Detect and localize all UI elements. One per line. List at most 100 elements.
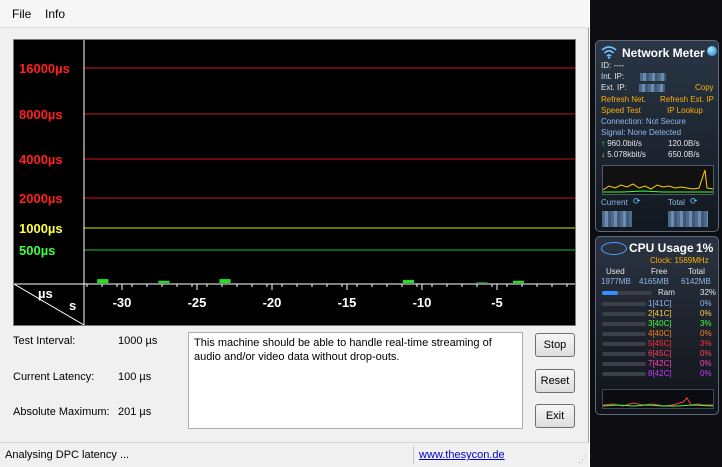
status-text: Analysing DPC latency ... — [5, 449, 130, 461]
menu-bar: File Info — [0, 0, 589, 28]
latency-chart: 16000µs 8000µs 4000µs 2000µs 1000µs 500µs µs s -… — [13, 39, 576, 326]
cpu-history-graph — [602, 389, 714, 409]
download-arrow-icon: ↓ — [601, 150, 605, 159]
mem-used-label: Used — [606, 267, 625, 276]
current-label: Current — [601, 198, 628, 207]
x-tick-label: -10 — [413, 295, 432, 310]
core-usage-percent: 0% — [700, 299, 712, 308]
total-traffic-redacted — [668, 211, 708, 227]
ram-usage-bar — [602, 291, 652, 295]
x-tick-label: -30 — [113, 295, 132, 310]
connection-status: Connection: Not Secure — [601, 117, 686, 126]
upload-row: ↑ 960.0bit/s — [601, 139, 642, 149]
core-usage-bar — [602, 312, 646, 316]
latency-bar — [97, 279, 109, 283]
total-label: Total — [668, 198, 685, 207]
absolute-maximum-value: 201 µs — [118, 406, 152, 418]
core-label: 6[45C] — [648, 349, 672, 358]
core-usage-percent: 3% — [700, 339, 712, 348]
status-bar: Analysing DPC latency ... www.thesycon.d… — [0, 442, 589, 467]
core-usage-percent: 0% — [700, 309, 712, 318]
reset-button[interactable]: Reset — [535, 369, 575, 393]
x-tick-label: -5 — [491, 295, 503, 310]
mem-used-value: 1977MB — [601, 277, 631, 286]
network-meter-title: Network Meter — [622, 46, 705, 60]
mem-total-label: Total — [688, 267, 705, 276]
core-usage-bar — [602, 362, 646, 366]
latency-bar — [476, 282, 488, 283]
core-usage-bar — [602, 322, 646, 326]
core-usage-bar — [602, 372, 646, 376]
network-traffic-graph-svg — [602, 169, 714, 193]
core-label: 7[42C] — [648, 359, 672, 368]
ext-ip-value-redacted — [639, 83, 666, 92]
core-label: 2[41C] — [648, 309, 672, 318]
intel-logo-icon — [601, 242, 627, 255]
resize-grip-icon[interactable]: ⋰ — [578, 454, 587, 465]
speed-test-link[interactable]: Speed Test — [601, 106, 641, 116]
core-usage-percent: 0% — [700, 369, 712, 378]
core-usage-percent: 0% — [700, 349, 712, 358]
network-meter-gadget[interactable]: Network Meter ID: ---- Int. IP: Ext. IP:… — [595, 40, 719, 232]
website-link[interactable]: www.thesycon.de — [419, 449, 505, 461]
upload-bitrate: 960.0bit/s — [607, 139, 642, 148]
ext-ip-label: Ext. IP: — [601, 83, 627, 92]
cpu-usage-percent: 1% — [696, 241, 714, 255]
latency-bar — [219, 279, 231, 283]
core-usage-percent: 3% — [700, 319, 712, 328]
network-traffic-graph — [602, 165, 714, 195]
latency-bar — [158, 280, 170, 283]
test-interval-label: Test Interval: — [13, 335, 76, 347]
cpu-usage-gadget[interactable]: CPU Usage 1% Clock: 1569MHz Used Free To… — [595, 236, 719, 415]
globe-icon — [707, 46, 717, 56]
refresh-current-icon[interactable]: ⟳ — [633, 196, 641, 207]
ram-usage-bar-fill — [602, 291, 618, 295]
latency-bar — [512, 280, 525, 283]
y-axis-label: 500µs — [19, 243, 55, 258]
stop-button[interactable]: Stop — [535, 333, 575, 357]
core-label: 3[40C] — [648, 319, 672, 328]
cpu-usage-title: CPU Usage — [629, 241, 694, 255]
ram-percent: 32% — [700, 288, 717, 297]
copy-link[interactable]: Copy — [695, 83, 714, 93]
core-usage-percent: 0% — [700, 329, 712, 338]
y-axis-label: 2000µs — [19, 191, 63, 206]
core-usage-bar — [602, 342, 646, 346]
mem-free-label: Free — [651, 267, 668, 276]
desktop-background: Network Meter ID: ---- Int. IP: Ext. IP:… — [590, 0, 722, 467]
latency-bar — [402, 279, 415, 283]
current-traffic-redacted — [602, 211, 632, 227]
signal-status: Signal: None Detected — [601, 128, 682, 137]
core-usage-percent: 0% — [700, 359, 712, 368]
ip-lookup-link[interactable]: IP Lookup — [667, 106, 703, 116]
core-label: 8[42C] — [648, 369, 672, 378]
status-separator — [413, 446, 414, 464]
download-row: ↓ 5.078kbit/s — [601, 150, 646, 160]
core-label: 1[41C] — [648, 299, 672, 308]
dpc-latency-checker-window: File Info 16000µs 8000µs 4000µs 2000µs 1000µ… — [0, 0, 589, 467]
network-id: ID: ---- — [601, 61, 625, 70]
y-axis-label: 16000µs — [19, 61, 70, 76]
core-usage-bar — [602, 302, 646, 306]
ram-label: Ram — [658, 288, 675, 297]
upload-byterate: 120.0B/s — [668, 139, 700, 148]
corner-y-unit: µs — [38, 286, 53, 301]
refresh-net-link[interactable]: Refresh Net. — [601, 95, 646, 105]
int-ip-label: Int. IP: — [601, 72, 625, 81]
ext-ip-row: Ext. IP: — [601, 83, 666, 93]
absolute-maximum-label: Absolute Maximum: — [13, 406, 110, 418]
current-latency-value: 100 µs — [118, 371, 152, 383]
exit-button[interactable]: Exit — [535, 404, 575, 428]
cpu-history-graph-svg — [602, 397, 714, 407]
core-usage-bar — [602, 332, 646, 336]
menu-file[interactable]: File — [12, 7, 31, 21]
test-interval-value: 1000 µs — [118, 335, 158, 347]
refresh-total-icon[interactable]: ⟳ — [690, 196, 698, 207]
mem-free-value: 4165MB — [639, 277, 669, 286]
y-axis-label: 8000µs — [19, 107, 63, 122]
menu-info[interactable]: Info — [45, 7, 65, 21]
latency-chart-svg: 16000µs 8000µs 4000µs 2000µs 1000µs 500µs µs s -… — [14, 40, 575, 325]
core-label: 5[45C] — [648, 339, 672, 348]
current-latency-label: Current Latency: — [13, 371, 95, 383]
refresh-ext-ip-link[interactable]: Refresh Ext. IP — [660, 95, 714, 105]
